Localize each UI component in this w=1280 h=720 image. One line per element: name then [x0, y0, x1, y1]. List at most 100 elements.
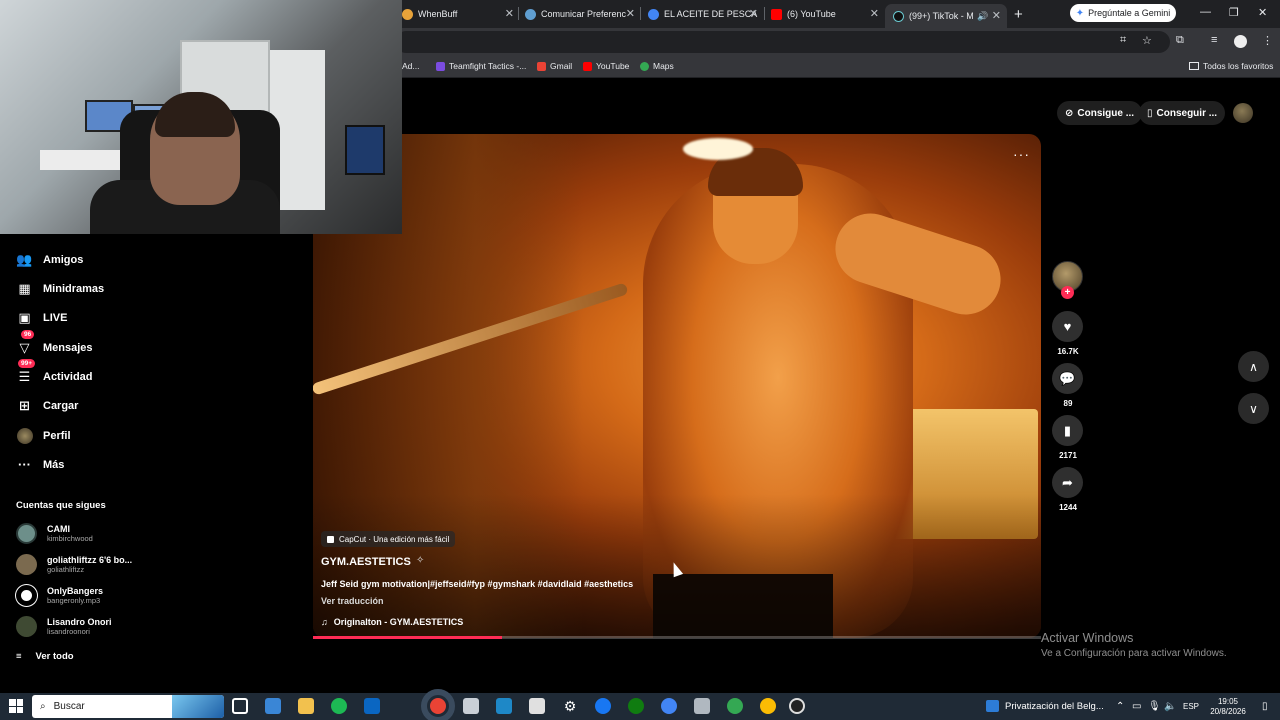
avatar: [16, 616, 37, 637]
tab-close-icon[interactable]: ✕: [749, 7, 758, 20]
comment-button[interactable]: 💬: [1052, 363, 1083, 394]
volume-icon[interactable]: 🔈: [1164, 701, 1176, 712]
outlook-icon[interactable]: [364, 698, 380, 714]
previous-video-button[interactable]: ∧: [1238, 351, 1269, 382]
video-author[interactable]: GYM.AESTETICS: [321, 556, 411, 568]
language-indicator[interactable]: ESP: [1183, 702, 1199, 711]
follow-plus-icon[interactable]: +: [1061, 286, 1074, 299]
share-count: 1244: [1059, 503, 1077, 512]
nav-mas[interactable]: ··· Más: [16, 456, 64, 473]
bookmark-item[interactable]: YouTube: [583, 61, 629, 71]
tab-close-icon[interactable]: ✕: [870, 7, 879, 20]
tab-title: WhenBuff: [418, 9, 458, 19]
chrome-profile-icon[interactable]: [661, 698, 677, 714]
browser-tab[interactable]: WhenBuff ✕: [402, 4, 514, 24]
nav-minidramas[interactable]: ▦ Minidramas: [16, 280, 104, 297]
tab-close-icon[interactable]: ✕: [626, 7, 635, 20]
browser-profile-icon[interactable]: [1234, 35, 1247, 48]
spotify-icon[interactable]: [331, 698, 347, 714]
share-button[interactable]: ➦: [1052, 467, 1083, 498]
chevron-up-icon[interactable]: ⌃: [1116, 701, 1124, 712]
media-control-icon[interactable]: ≡: [1211, 34, 1217, 46]
account-name: Lisandro Onori: [47, 617, 112, 627]
next-video-button[interactable]: ∨: [1238, 393, 1269, 424]
tab-title: (99+) TikTok - Ma: [909, 11, 973, 21]
browser-tab[interactable]: Comunicar Preferenc ✕: [525, 4, 635, 24]
app-icon[interactable]: [463, 698, 479, 714]
extensions-icon[interactable]: ⧉: [1176, 34, 1184, 47]
microphone-icon[interactable]: 🎙: [1148, 701, 1161, 712]
task-view-icon[interactable]: [232, 698, 248, 714]
browser-tab[interactable]: (6) YouTube ✕: [771, 4, 879, 24]
bookmark-item[interactable]: Ad...: [402, 61, 419, 71]
taskbar-search[interactable]: ⌕ Buscar: [32, 695, 224, 718]
file-explorer-icon[interactable]: [298, 698, 314, 714]
network-icon[interactable]: ▭: [1132, 701, 1141, 712]
capcut-label: CapCut · Una edición más fácil: [339, 534, 450, 544]
windows-start-icon[interactable]: [9, 699, 23, 713]
messages-badge: 96: [21, 330, 35, 339]
profile-icon: [16, 427, 33, 444]
bookmark-item[interactable]: Gmail: [537, 61, 572, 71]
video-caption: Jeff Seid gym motivation|#jeffseid#fyp #…: [321, 579, 634, 589]
user-avatar[interactable]: [1233, 103, 1253, 123]
all-bookmarks[interactable]: Todos los favoritos: [1189, 61, 1273, 71]
activity-icon: ☰ 99+: [16, 359, 36, 385]
video-more-icon[interactable]: ···: [1013, 146, 1030, 162]
followed-account[interactable]: CAMI kimbirchwood: [16, 523, 93, 544]
chrome-profile-icon[interactable]: [760, 698, 776, 714]
get-coins-button[interactable]: ⊘ Consigue ...: [1057, 101, 1143, 125]
clock-date[interactable]: 20/8/2026: [1205, 707, 1251, 716]
save-button[interactable]: ▮: [1052, 415, 1083, 446]
translate-icon[interactable]: ⌗: [1120, 34, 1126, 47]
nav-live[interactable]: ▣ LIVE: [16, 309, 67, 326]
nav-mensajes[interactable]: ▽ 96 Mensajes: [16, 330, 93, 356]
app-icon[interactable]: [496, 698, 512, 714]
browser-tab-active[interactable]: (99+) TikTok - Ma 🔊 ✕: [885, 4, 1007, 28]
bookmark-item[interactable]: Maps: [640, 61, 674, 71]
bookmark-star-icon[interactable]: ☆: [1142, 34, 1152, 47]
minimize-icon[interactable]: —: [1200, 6, 1211, 18]
settings-gear-icon[interactable]: ⚙: [562, 698, 578, 714]
browser-tab[interactable]: EL ACEITE DE PESCA ✕: [648, 4, 758, 24]
address-bar[interactable]: [395, 31, 1170, 53]
pill-label: Conseguir ...: [1156, 107, 1218, 119]
followed-account[interactable]: Lisandro Onori lisandroonori: [16, 616, 112, 637]
see-translation-link[interactable]: Ver traducción: [321, 596, 384, 606]
followed-account[interactable]: OnlyBangers bangeronly.mp3: [16, 585, 103, 606]
kebab-menu-icon[interactable]: ⋮: [1262, 34, 1273, 47]
get-app-button[interactable]: ▯ Conseguir ...: [1139, 101, 1226, 125]
nav-actividad[interactable]: ☰ 99+ Actividad: [16, 359, 93, 385]
bookmark-item[interactable]: Teamfight Tactics -...: [436, 61, 526, 71]
gemini-button[interactable]: ✦ Pregúntale a Gemini: [1070, 4, 1176, 22]
chrome-profile-icon[interactable]: [727, 698, 743, 714]
app-icon[interactable]: [789, 698, 805, 714]
chrome-icon[interactable]: [421, 689, 455, 720]
nav-perfil[interactable]: Perfil: [16, 427, 71, 444]
clock-time[interactable]: 19:05: [1205, 697, 1251, 706]
tab-close-icon[interactable]: ✕: [505, 7, 514, 20]
close-window-icon[interactable]: ✕: [1258, 6, 1267, 19]
nav-amigos[interactable]: 👥 Amigos: [16, 251, 83, 268]
folder-icon: [1189, 62, 1199, 70]
heart-icon: ♥: [1063, 319, 1072, 334]
see-all-link[interactable]: ≡ Ver todo: [16, 651, 74, 662]
tab-close-icon[interactable]: ✕: [992, 9, 1001, 22]
bookmark-label: Teamfight Tactics -...: [449, 61, 527, 71]
xbox-icon[interactable]: [628, 698, 644, 714]
notifications-icon[interactable]: ▯: [1262, 701, 1268, 712]
app-icon[interactable]: [694, 698, 710, 714]
tab-audio-icon[interactable]: 🔊: [977, 11, 988, 22]
news-widget[interactable]: Privatización del Belg...: [986, 700, 1104, 712]
new-tab-icon[interactable]: +: [1014, 6, 1023, 23]
followed-account[interactable]: goliathliftzz 6'6 bo... goliathliftzz: [16, 554, 132, 575]
calculator-icon[interactable]: [529, 698, 545, 714]
nav-cargar[interactable]: ⊞ Cargar: [16, 397, 78, 414]
store-app-icon[interactable]: [265, 698, 281, 714]
video-sound[interactable]: ♫ Originalton - GYM.AESTETICS: [321, 617, 463, 627]
inbox-icon: ▽ 96: [16, 330, 35, 356]
like-button[interactable]: ♥: [1052, 311, 1083, 342]
capcut-tag[interactable]: CapCut · Una edición más fácil: [321, 531, 456, 547]
app-icon[interactable]: [595, 698, 611, 714]
restore-icon[interactable]: ❐: [1229, 6, 1239, 19]
